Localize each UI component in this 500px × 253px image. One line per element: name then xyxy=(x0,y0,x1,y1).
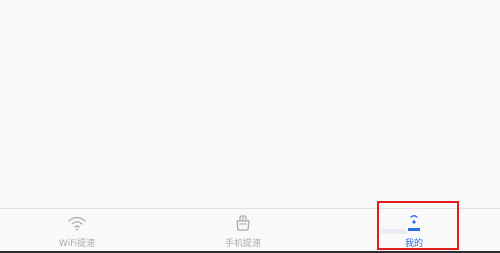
app-screen: WiFi提速 手机提速 我的 xyxy=(0,0,500,253)
user-profile-icon xyxy=(408,215,420,231)
tab-wifi-label: WiFi提速 xyxy=(58,239,96,249)
bottom-tab-bar: WiFi提速 手机提速 我的 xyxy=(0,208,500,253)
wifi-icon xyxy=(68,216,86,231)
tab-phone-label: 手机提速 xyxy=(224,239,261,249)
main-content-area xyxy=(0,0,500,208)
tab-phone-speedup[interactable]: 手机提速 xyxy=(193,209,293,253)
blurred-area xyxy=(381,229,407,234)
tab-wifi-speedup[interactable]: WiFi提速 xyxy=(27,209,127,253)
tab-me[interactable]: 我的 xyxy=(364,209,464,253)
tab-me-label: 我的 xyxy=(404,239,423,249)
shopping-basket-icon xyxy=(236,215,250,231)
